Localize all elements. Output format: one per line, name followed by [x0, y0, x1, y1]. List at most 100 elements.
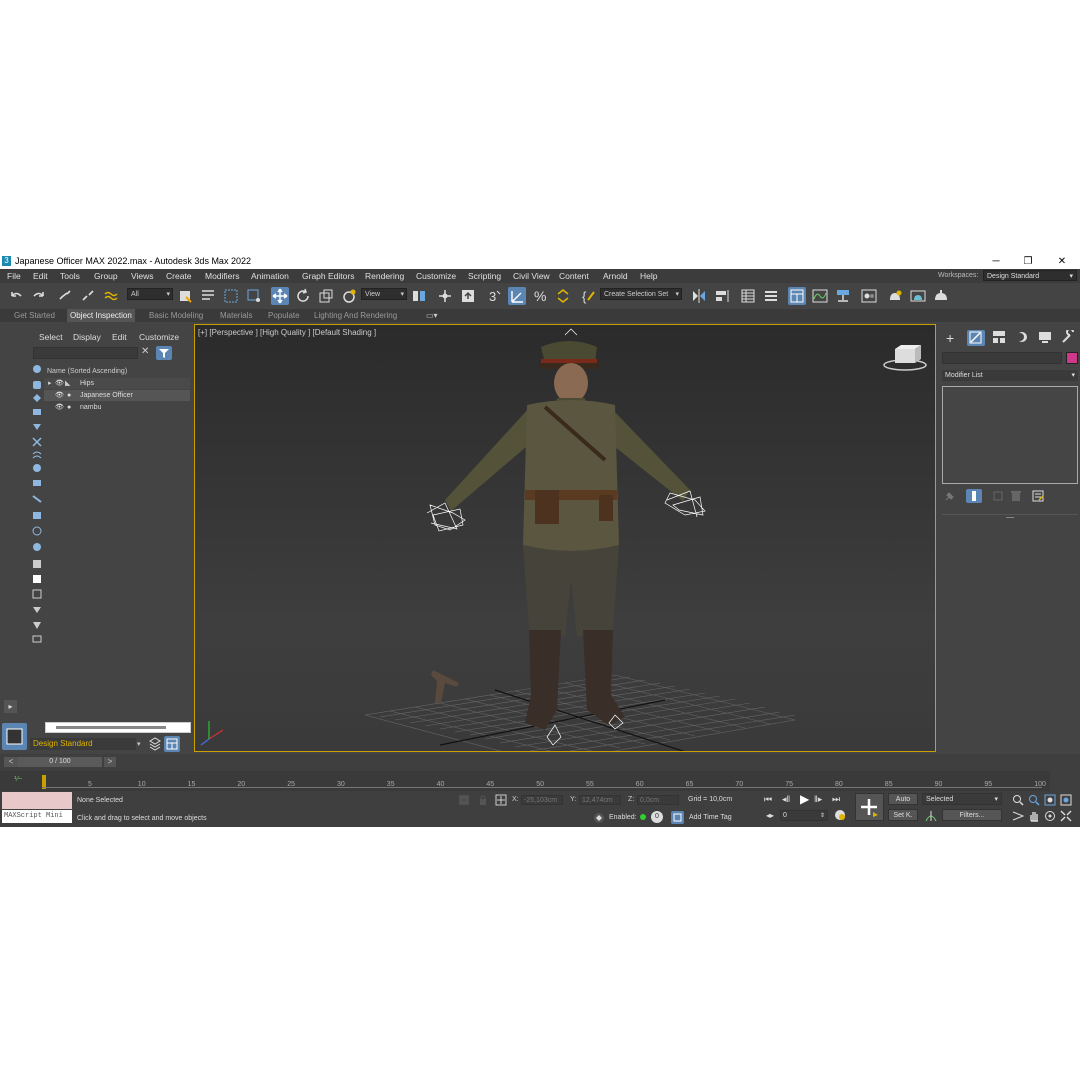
- scene-explorer-icon[interactable]: [2, 723, 27, 750]
- time-slider[interactable]: 0 / 100: [18, 757, 102, 767]
- ribbon-toggle-icon[interactable]: [788, 287, 806, 305]
- menu-edit[interactable]: Edit: [33, 271, 48, 281]
- menu-animation[interactable]: Animation: [251, 271, 289, 281]
- modifier-list-select[interactable]: Modifier List ▾: [942, 370, 1078, 381]
- keyboard-shortcut-override-icon[interactable]: [459, 287, 477, 305]
- bind-space-warp-icon[interactable]: [102, 287, 120, 305]
- key-mode-icon[interactable]: ◂▸: [766, 811, 774, 820]
- named-selection-set-select[interactable]: Create Selection Set ▾: [600, 288, 682, 300]
- menu-content[interactable]: Content: [559, 271, 589, 281]
- explorer-scrollbar[interactable]: [45, 722, 191, 733]
- scene-search-input[interactable]: [33, 347, 138, 359]
- play-icon[interactable]: ▶: [800, 792, 809, 806]
- scene-tab-display[interactable]: Display: [73, 332, 101, 342]
- minimize-button[interactable]: ─: [986, 255, 1006, 268]
- menu-modifiers[interactable]: Modifiers: [205, 271, 239, 281]
- percent-snap-icon[interactable]: %: [531, 287, 549, 305]
- motion-tab-icon[interactable]: [1015, 330, 1029, 346]
- menu-scripting[interactable]: Scripting: [468, 271, 501, 281]
- viewcube[interactable]: [883, 345, 927, 371]
- menu-create[interactable]: Create: [166, 271, 192, 281]
- set-key-mode-button[interactable]: Set K.: [888, 809, 918, 821]
- menu-tools[interactable]: Tools: [60, 271, 80, 281]
- timeline-prev-icon[interactable]: <: [4, 757, 18, 767]
- layer-select[interactable]: Design Standard: [30, 738, 136, 750]
- tab-object-inspection[interactable]: Object Inspection: [67, 309, 135, 322]
- enabled-toggle[interactable]: 0: [651, 811, 663, 823]
- menu-rendering[interactable]: Rendering: [365, 271, 404, 281]
- tab-get-started[interactable]: Get Started: [11, 309, 58, 322]
- clear-search-icon[interactable]: ✕: [141, 346, 149, 357]
- angle-snap-icon[interactable]: [508, 287, 526, 305]
- go-to-start-icon[interactable]: ⏮: [764, 794, 772, 805]
- add-time-tag[interactable]: Add Time Tag: [689, 814, 732, 821]
- go-to-end-icon[interactable]: ⏭: [832, 794, 840, 805]
- object-name-field[interactable]: [942, 352, 1062, 364]
- layer-explorer-icon[interactable]: [164, 736, 180, 752]
- snaps-toggle-icon[interactable]: 3: [485, 287, 503, 305]
- maximize-viewport-icon[interactable]: [1060, 810, 1072, 824]
- pin-stack-icon[interactable]: [944, 490, 956, 504]
- move-icon[interactable]: [271, 287, 289, 305]
- visibility-eye-icon[interactable]: 👁: [55, 378, 64, 389]
- render-setup-icon[interactable]: [886, 287, 904, 305]
- modify-tab-icon[interactable]: [967, 330, 985, 346]
- menu-views[interactable]: Views: [131, 271, 154, 281]
- zoom-all-icon[interactable]: [1028, 794, 1040, 808]
- set-key-button[interactable]: [855, 793, 884, 821]
- panel-grip[interactable]: [1006, 517, 1014, 518]
- reference-coordinate-select[interactable]: View ▾: [361, 288, 407, 300]
- link-icon[interactable]: [56, 287, 74, 305]
- z-coordinate-field[interactable]: 0,0cm: [637, 795, 679, 805]
- remove-modifier-icon[interactable]: [1010, 490, 1022, 504]
- next-frame-icon[interactable]: ‖▸: [814, 794, 822, 805]
- tab-basic-modeling[interactable]: Basic Modeling: [146, 309, 206, 322]
- tab-lighting-and-rendering[interactable]: Lighting And Rendering: [311, 309, 400, 322]
- window-crossing-icon[interactable]: [245, 287, 263, 305]
- tab-populate[interactable]: Populate: [265, 309, 303, 322]
- column-header[interactable]: Name (Sorted Ascending): [44, 366, 195, 377]
- previous-frame-icon[interactable]: ◂‖: [782, 794, 790, 805]
- chevron-down-icon[interactable]: ▾: [137, 740, 141, 748]
- align-icon[interactable]: [713, 287, 731, 305]
- select-object-icon[interactable]: [176, 287, 194, 305]
- pan-hand-icon[interactable]: [1028, 810, 1040, 824]
- menu-arnold[interactable]: Arnold: [603, 271, 628, 281]
- make-unique-icon[interactable]: [992, 490, 1004, 504]
- visibility-eye-icon[interactable]: 👁: [55, 402, 64, 413]
- scene-tab-customize[interactable]: Customize: [139, 332, 179, 342]
- tree-row-japanese-officer[interactable]: 👁 ● Japanese Officer: [44, 390, 190, 401]
- zoom-extents-icon[interactable]: [1044, 794, 1056, 808]
- tree-row-hips[interactable]: ▸ 👁 ◣ Hips: [44, 378, 190, 389]
- restore-button[interactable]: ❐: [1018, 255, 1038, 268]
- configure-modifier-sets-icon[interactable]: [1032, 490, 1044, 504]
- hierarchy-tab-icon[interactable]: [992, 330, 1006, 346]
- create-tab-icon[interactable]: +: [946, 330, 954, 346]
- maxscript-listener[interactable]: [2, 792, 72, 809]
- selection-lock-icon[interactable]: [478, 794, 488, 808]
- menu-group[interactable]: Group: [94, 271, 118, 281]
- perspective-viewport[interactable]: [+] [Perspective ] [High Quality ] [Defa…: [194, 324, 936, 752]
- pivot-center-icon[interactable]: [410, 287, 428, 305]
- select-by-name-icon[interactable]: [199, 287, 217, 305]
- undo-icon[interactable]: [7, 287, 25, 305]
- select-manipulate-icon[interactable]: [436, 287, 454, 305]
- material-editor-icon[interactable]: [860, 287, 878, 305]
- y-coordinate-field[interactable]: 12,474cm: [579, 795, 621, 805]
- scene-explorer-toggle-icon[interactable]: [739, 287, 757, 305]
- visibility-eye-icon[interactable]: 👁: [55, 390, 64, 401]
- unlink-icon[interactable]: [79, 287, 97, 305]
- scale-icon[interactable]: [317, 287, 335, 305]
- adaptive-degradation-icon[interactable]: [593, 812, 605, 826]
- show-end-result-icon[interactable]: [966, 489, 982, 503]
- ribbon-options-icon[interactable]: ▭▾: [426, 311, 438, 320]
- close-button[interactable]: ✕: [1052, 255, 1072, 268]
- selection-filter-select[interactable]: All ▾: [127, 288, 173, 300]
- menu-help[interactable]: Help: [640, 271, 657, 281]
- object-color-swatch[interactable]: [1066, 352, 1078, 364]
- tab-materials[interactable]: Materials: [217, 309, 255, 322]
- modifier-stack[interactable]: [942, 386, 1078, 484]
- filter-icon[interactable]: [156, 346, 172, 360]
- time-configuration-icon[interactable]: [834, 809, 846, 823]
- maxscript-mini-input[interactable]: MAXScript Mini: [2, 810, 72, 823]
